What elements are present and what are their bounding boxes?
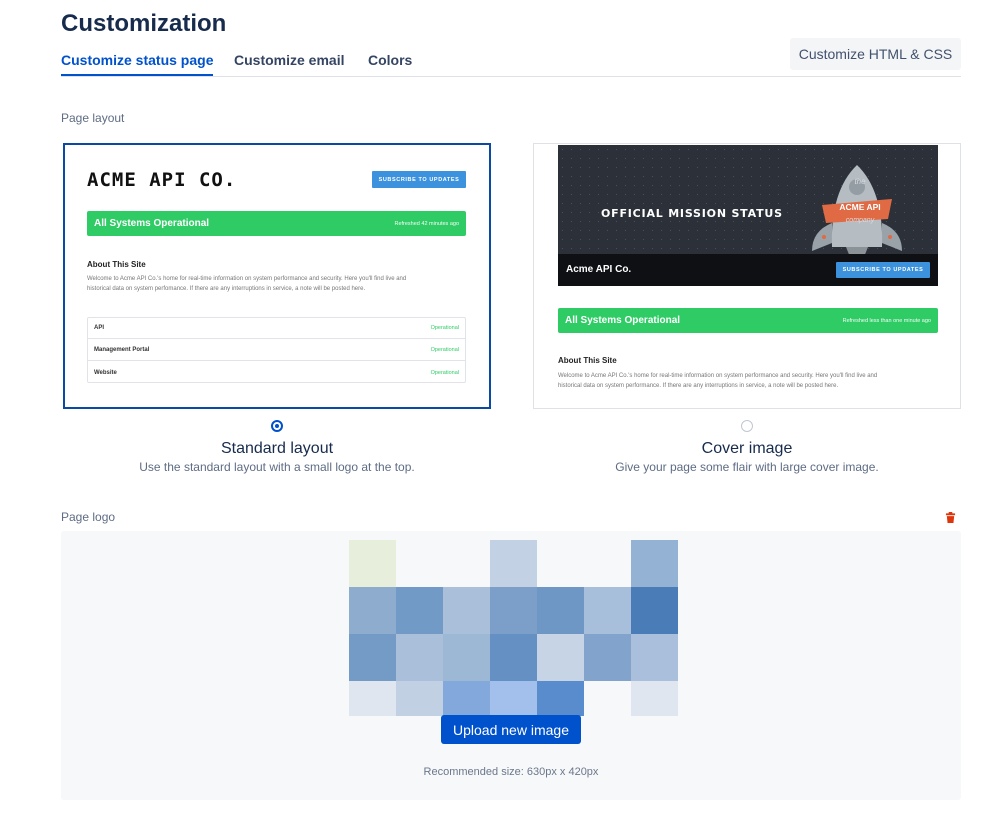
cover-image-radio[interactable] xyxy=(741,420,753,432)
standard-layout-preview[interactable]: ACME API CO. SUBSCRIBE TO UPDATES All Sy… xyxy=(63,143,491,409)
logo-image-preview xyxy=(349,540,678,716)
preview-cover-hero: OFFICIAL MISSION STATUS the ACME API com… xyxy=(558,145,938,286)
cover-image-title: Cover image xyxy=(701,440,793,457)
badge-main-text: ACME API xyxy=(839,202,881,212)
preview-about-title: About This Site xyxy=(87,260,146,269)
component-status: Operational xyxy=(430,369,459,376)
preview-mission-title: OFFICIAL MISSION STATUS xyxy=(601,207,783,220)
pixelated-logo-image xyxy=(349,540,678,716)
table-row: API Operational xyxy=(88,318,465,339)
cover-image-preview[interactable]: OFFICIAL MISSION STATUS the ACME API com… xyxy=(533,143,961,409)
preview-about-line-1: Welcome to Acme API Co.'s home for real-… xyxy=(558,373,878,379)
recommended-size-text: Recommended size: 630px x 420px xyxy=(423,766,599,778)
page-title: Customization xyxy=(61,10,227,37)
preview-logo: ACME API CO. xyxy=(87,169,237,191)
upload-new-image-button[interactable]: Upload new image xyxy=(441,715,581,744)
preview-subscribe-button: SUBSCRIBE TO UPDATES xyxy=(836,262,930,278)
cover-image-description: Give your page some flair with large cov… xyxy=(615,460,879,474)
preview-refreshed-text: Refreshed 42 minutes ago xyxy=(394,220,459,227)
page-layout-label: Page layout xyxy=(61,111,125,125)
component-status: Operational xyxy=(430,347,459,353)
tab-customize-email[interactable]: Customize email xyxy=(234,52,344,74)
preview-refreshed-text: Refreshed less than one minute ago xyxy=(842,317,931,324)
standard-layout-radio[interactable] xyxy=(271,420,283,432)
preview-status-bar: All Systems Operational Refreshed less t… xyxy=(558,308,938,333)
component-name: Website xyxy=(94,369,117,376)
preview-status-bar: All Systems Operational Refreshed 42 min… xyxy=(87,211,466,236)
customize-html-css-button[interactable]: Customize HTML & CSS xyxy=(790,38,961,70)
component-name: API xyxy=(94,325,105,331)
page-logo-label: Page logo xyxy=(61,510,116,524)
badge-bottom-text: company xyxy=(845,217,875,224)
preview-company-name: Acme API Co. xyxy=(566,264,632,275)
preview-subscribe-button: SUBSCRIBE TO UPDATES xyxy=(372,171,466,188)
preview-about-line-2: historical data on system performance. I… xyxy=(558,383,839,389)
tab-customize-status-page[interactable]: Customize status page xyxy=(61,52,214,76)
preview-status-text: All Systems Operational xyxy=(565,315,681,326)
standard-layout-title: Standard layout xyxy=(220,440,334,457)
preview-about-line-2: historical data on system perfomance. If… xyxy=(87,286,366,292)
trash-icon[interactable] xyxy=(945,512,956,523)
tab-colors[interactable]: Colors xyxy=(368,52,412,74)
preview-cover-band: Acme API Co. SUBSCRIBE TO UPDATES xyxy=(558,254,938,286)
preview-about-line-1: Welcome to Acme API Co.'s home for real-… xyxy=(87,276,407,282)
preview-components-table: API Operational Management Portal Operat… xyxy=(87,317,466,383)
table-row: Management Portal Operational xyxy=(88,340,465,361)
standard-layout-description: Use the standard layout with a small log… xyxy=(139,460,415,474)
badge-top-text: the xyxy=(854,177,866,186)
table-row: Website Operational xyxy=(88,362,465,383)
component-name: Management Portal xyxy=(94,347,150,353)
component-status: Operational xyxy=(430,325,459,331)
preview-status-text: All Systems Operational xyxy=(94,218,210,229)
preview-about-title: About This Site xyxy=(558,356,617,365)
